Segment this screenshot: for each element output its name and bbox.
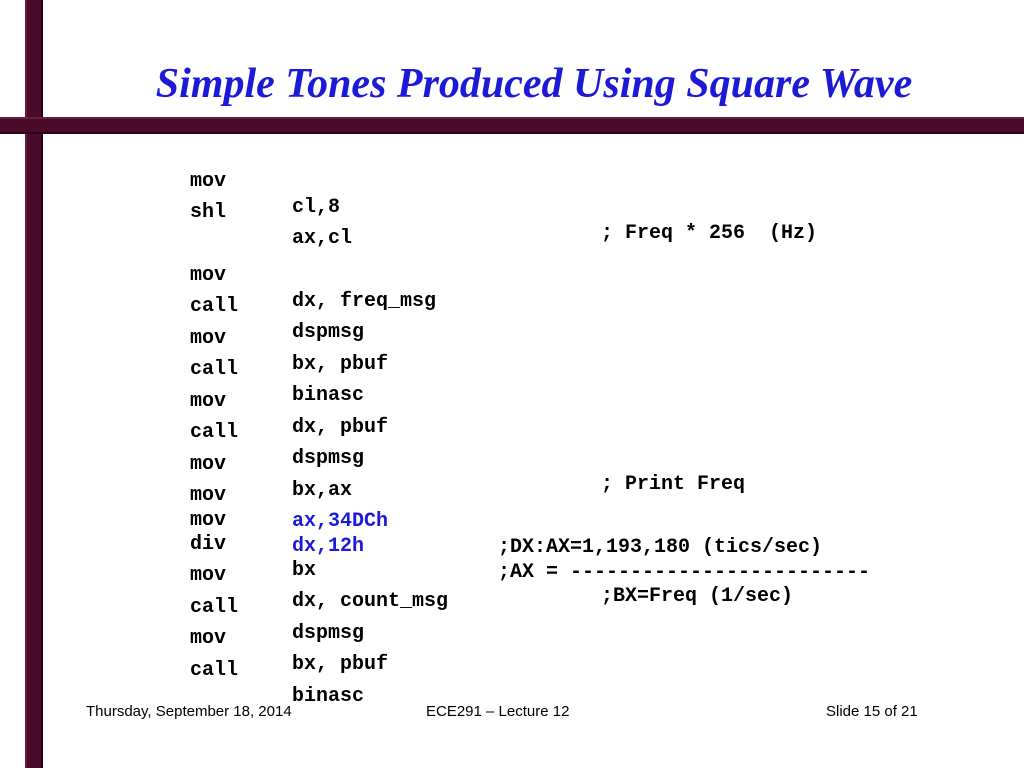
code-listing: mov cl,8 ; Freq * 256 (Hz) shl ax,cl mov… (0, 0, 1024, 708)
code-line: call dspmsg (0, 268, 364, 344)
code-line: mov dx, freq_msg (0, 237, 436, 313)
code-line: call binasc (0, 331, 364, 407)
code-arg: dx, pbuf (292, 416, 389, 439)
code-arg: dx, count_msg (292, 590, 449, 613)
code-line: call binasc (0, 632, 364, 708)
code-op: mov (190, 390, 227, 413)
footer-date: Thursday, September 18, 2014 (86, 703, 292, 720)
code-comment: ;AX = ------------------------- (498, 561, 871, 584)
code-op: mov (190, 453, 227, 476)
code-comment: ; Freq * 256 (Hz) (601, 222, 818, 245)
code-arg: bx,ax (292, 479, 353, 502)
code-comment: ;DX:AX=1,193,180 (tics/sec) (498, 536, 823, 559)
code-comment: ;BX=Freq (1/sec) (601, 585, 794, 608)
code-line: call dspmsg ; Print Freq (0, 394, 745, 496)
code-line: mov bx, pbuf (0, 300, 388, 376)
code-op: div (190, 533, 227, 556)
code-op: mov (190, 264, 227, 287)
code-op: call (190, 295, 239, 318)
code-line: call dspmsg (0, 569, 364, 645)
code-line: mov bx, pbuf (0, 600, 388, 676)
code-op: mov (190, 627, 227, 650)
code-op: call (190, 659, 239, 682)
code-op: shl (190, 201, 227, 224)
footer-slide-number: Slide 15 of 21 (826, 703, 918, 720)
code-arg: cl,8 (292, 196, 341, 219)
code-line: mov dx,12h ;AX = -----------------------… (0, 482, 870, 584)
code-arg: binasc (292, 384, 365, 407)
code-op: mov (190, 170, 227, 193)
code-line: mov ax,34DCh ;DX:AX=1,193,180 (tics/sec) (0, 457, 822, 559)
code-comment: ; Print Freq (601, 473, 746, 496)
code-op: call (190, 358, 239, 381)
code-arg-highlighted: dx,12h (292, 535, 365, 558)
code-arg: bx (292, 559, 317, 582)
code-arg: dspmsg (292, 321, 365, 344)
code-line: div bx ;BX=Freq (1/sec) (0, 506, 793, 608)
code-op: mov (190, 509, 227, 532)
code-arg: dspmsg (292, 447, 365, 470)
code-line: mov dx, pbuf (0, 363, 388, 439)
code-arg: dx, freq_msg (292, 290, 437, 313)
code-op: mov (190, 327, 227, 350)
footer-course: ECE291 – Lecture 12 (426, 703, 570, 720)
code-arg: ax,cl (292, 227, 353, 250)
code-arg: bx, pbuf (292, 653, 389, 676)
code-op: mov (190, 484, 227, 507)
code-arg: dspmsg (292, 622, 365, 645)
code-op: mov (190, 564, 227, 587)
code-arg: bx, pbuf (292, 353, 389, 376)
code-op: call (190, 596, 239, 619)
code-line: mov bx,ax (0, 426, 352, 502)
code-op: call (190, 421, 239, 444)
code-line: mov cl,8 ; Freq * 256 (Hz) (0, 143, 817, 245)
code-line: mov dx, count_msg (0, 537, 448, 613)
code-arg: binasc (292, 685, 365, 708)
code-arg-highlighted: ax,34DCh (292, 510, 389, 533)
code-line: shl ax,cl (0, 174, 352, 250)
